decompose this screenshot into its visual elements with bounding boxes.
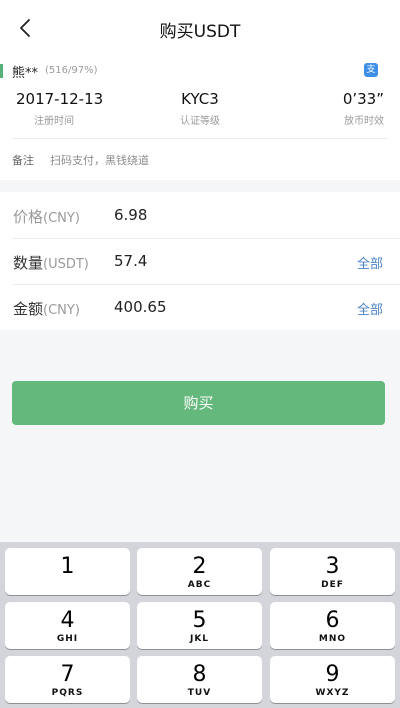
key-1[interactable]: 1 xyxy=(5,548,130,595)
amount-label-text: 金额 xyxy=(13,300,44,318)
merchant-card: 熊** (516/97%) 支 2017-12-13 注册时间 KYC3 认证等… xyxy=(0,56,400,180)
price-label: 价格(CNY) xyxy=(13,206,80,227)
key-letters: JKL xyxy=(189,634,210,644)
key-6[interactable]: 6 MNO xyxy=(270,602,395,649)
key-letters: DEF xyxy=(321,580,344,590)
amount-all-button[interactable]: 全部 xyxy=(357,299,383,318)
key-digit: 1 xyxy=(60,554,75,579)
buy-button[interactable]: 购买 xyxy=(12,381,385,425)
quantity-label-text: 数量 xyxy=(13,254,44,272)
key-letters: MNO xyxy=(318,634,347,644)
price-label-text: 价格 xyxy=(13,208,44,226)
accent-bar xyxy=(0,64,3,78)
price-value: 6.98 xyxy=(114,206,148,224)
key-4[interactable]: 4 GHI xyxy=(5,602,130,649)
price-unit: (CNY) xyxy=(43,211,80,226)
kyc-level-value: KYC3 xyxy=(181,90,219,108)
amount-label: 金额(CNY) xyxy=(13,298,80,319)
key-7[interactable]: 7 PQRS xyxy=(5,656,130,703)
kyc-level-block: KYC3 认证等级 xyxy=(0,90,400,127)
key-digit: 4 xyxy=(60,608,75,633)
key-digit: 8 xyxy=(192,662,207,687)
order-form: 价格(CNY) 6.98 数量(USDT) 57.4 全部 金额(CNY) 40… xyxy=(0,192,400,330)
release-time-label: 放币时效 xyxy=(344,116,384,127)
release-time-block: 0’33” 放币时效 xyxy=(343,90,384,127)
quantity-unit: (USDT) xyxy=(43,257,89,272)
amount-unit: (CNY) xyxy=(43,303,80,318)
release-time-value: 0’33” xyxy=(342,90,384,108)
price-row: 价格(CNY) 6.98 xyxy=(0,192,400,238)
amount-input[interactable]: 400.65 xyxy=(114,298,167,316)
amount-row[interactable]: 金额(CNY) 400.65 全部 xyxy=(0,284,400,330)
key-digit: 5 xyxy=(192,608,207,633)
key-digit: 2 xyxy=(192,554,207,579)
divider xyxy=(12,138,388,139)
top-nav-bar: 购买USDT xyxy=(0,0,400,56)
key-digit: 7 xyxy=(60,662,75,687)
key-digit: 6 xyxy=(325,608,340,633)
key-3[interactable]: 3 DEF xyxy=(270,548,395,595)
key-letters: GHI xyxy=(56,634,79,644)
key-letters: WXYZ xyxy=(315,688,350,698)
key-digit: 3 xyxy=(325,554,340,579)
quantity-all-button[interactable]: 全部 xyxy=(357,253,383,272)
key-letters: TUV xyxy=(187,688,212,698)
key-letters: PQRS xyxy=(51,688,84,698)
quantity-input[interactable]: 57.4 xyxy=(114,252,147,270)
key-8[interactable]: 8 TUV xyxy=(137,656,262,703)
key-5[interactable]: 5 JKL xyxy=(137,602,262,649)
page-title: 购买USDT xyxy=(159,22,241,42)
remark-value: 扫码支付，黑钱绕道 xyxy=(50,154,149,167)
numeric-keyboard: 1 2 ABC 3 DEF 4 GHI 5 JKL 6 MNO 7 PQRS 8 TUV 9W… xyxy=(0,542,400,708)
alipay-icon: 支 xyxy=(364,63,378,77)
key-9[interactable]: 9 WXYZ xyxy=(270,656,395,703)
remark-label: 备注 xyxy=(12,154,34,167)
key-digit: 9 xyxy=(325,662,340,687)
quantity-label: 数量(USDT) xyxy=(13,252,89,273)
quantity-row[interactable]: 数量(USDT) 57.4 全部 xyxy=(0,238,400,284)
kyc-level-label: 认证等级 xyxy=(180,116,220,127)
key-letters: ABC xyxy=(187,580,212,590)
key-2[interactable]: 2 ABC xyxy=(137,548,262,595)
merchant-name: 熊** xyxy=(12,66,39,81)
merchant-stats: (516/97%) xyxy=(45,65,98,76)
